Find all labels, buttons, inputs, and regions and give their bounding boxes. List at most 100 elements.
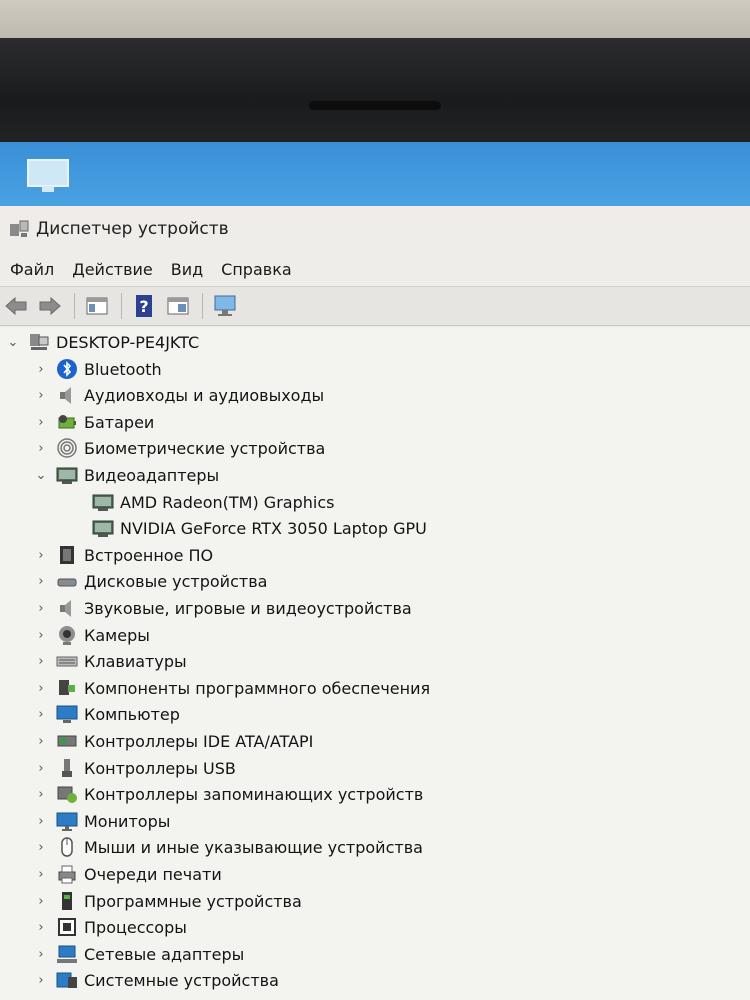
tree-category[interactable]: › Мыши и иные указывающие устройства [34, 834, 423, 860]
toolbar-separator [74, 293, 75, 319]
camera-icon [59, 626, 75, 645]
chevron-right-icon[interactable]: › [34, 920, 48, 935]
tree-category[interactable]: › Клавиатуры [34, 648, 187, 674]
chevron-right-icon[interactable]: › [34, 388, 48, 403]
printer-icon [58, 865, 76, 884]
tree-category[interactable]: › Мониторы [34, 808, 170, 834]
usb-icon [62, 759, 72, 777]
speaker-icon [60, 387, 71, 404]
chevron-right-icon[interactable]: › [34, 761, 48, 776]
chevron-right-icon[interactable]: › [34, 441, 48, 456]
tree-category[interactable]: › Сетевые адаптеры [34, 941, 244, 967]
tree-item-label: AMD Radeon(TM) Graphics [120, 492, 335, 512]
tree-item-label: Встроенное ПО [84, 545, 214, 565]
menu-help[interactable]: Справка [221, 260, 292, 279]
tree-item-label: Сетевые адаптеры [84, 944, 245, 964]
tree-item-label: Контроллеры USB [84, 758, 236, 778]
tree-item-label: Аудиовходы и аудиовыходы [84, 385, 325, 405]
laptop-bezel [0, 38, 750, 142]
chevron-right-icon[interactable]: › [34, 787, 48, 802]
chevron-right-icon[interactable]: › [34, 601, 48, 616]
chevron-right-icon[interactable]: › [34, 362, 48, 377]
webcam-notch [309, 101, 441, 110]
device-tree: ⌄ DESKTOP-PE4JKTC › Bluetooth › Аудиовходы и … [0, 327, 750, 1000]
processor-icon [58, 918, 76, 936]
tree-category[interactable]: › Контроллеры IDE ATA/ATAPI [34, 728, 313, 754]
forward-button[interactable] [36, 292, 64, 320]
chevron-right-icon[interactable]: › [34, 628, 48, 643]
tree-category[interactable]: › Батареи [34, 409, 154, 435]
tree-category[interactable]: › Звуковые, игровые и видеоустройства [34, 595, 411, 621]
properties-button[interactable] [164, 292, 192, 320]
tree-category[interactable]: › Программные устройства [34, 888, 302, 914]
tree-category[interactable]: › Биометрические устройства [34, 435, 325, 461]
title-bar: Диспетчер устройств [0, 206, 750, 252]
tree-item-label: Клавиатуры [84, 651, 187, 671]
display-adapter-icon [92, 520, 114, 537]
tree-item-label: Камеры [84, 625, 150, 645]
menu-file[interactable]: Файл [10, 260, 54, 279]
ide-controller-icon [57, 735, 77, 747]
chevron-right-icon[interactable]: › [34, 415, 48, 430]
back-button[interactable] [2, 292, 30, 320]
chevron-right-icon[interactable]: › [34, 734, 48, 749]
chevron-down-icon[interactable]: ⌄ [6, 335, 20, 350]
properties-icon [167, 297, 189, 315]
scan-hardware-button[interactable] [211, 292, 239, 320]
chevron-right-icon[interactable]: › [34, 947, 48, 962]
tree-item-label: Мыши и иные указывающие устройства [84, 837, 423, 857]
tree-category[interactable]: › Системные устройства [34, 967, 279, 993]
tree-category[interactable]: › Bluetooth [34, 356, 162, 382]
menu-action[interactable]: Действие [72, 260, 153, 279]
this-pc-icon[interactable] [22, 156, 74, 196]
tree-device[interactable]: NVIDIA GeForce RTX 3050 Laptop GPU [84, 515, 427, 541]
tree-category[interactable]: › Аудиовходы и аудиовыходы [34, 382, 324, 408]
chevron-right-icon[interactable]: › [34, 973, 48, 988]
computer-root-icon [30, 334, 49, 350]
chevron-right-icon[interactable]: › [34, 894, 48, 909]
firmware-icon [60, 546, 74, 564]
tree-category[interactable]: › Камеры [34, 622, 150, 648]
tree-category[interactable]: › Дисковые устройства [34, 568, 267, 594]
tree-item-label: Программные устройства [84, 891, 302, 911]
chevron-right-icon[interactable]: › [34, 867, 48, 882]
fingerprint-icon [57, 438, 77, 458]
chevron-down-icon[interactable]: ⌄ [34, 468, 48, 483]
bluetooth-icon [57, 359, 77, 379]
menu-view[interactable]: Вид [171, 260, 203, 279]
tree-device[interactable]: AMD Radeon(TM) Graphics [84, 489, 334, 515]
tree-item-label: Процессоры [84, 917, 187, 937]
tree-item-label: NVIDIA GeForce RTX 3050 Laptop GPU [120, 518, 427, 538]
tree-category[interactable]: › Встроенное ПО [34, 542, 213, 568]
network-adapter-icon [57, 945, 77, 963]
chevron-right-icon[interactable]: › [34, 814, 48, 829]
tree-category[interactable]: › Компоненты программного обеспечения [34, 675, 430, 701]
keyboard-icon [56, 656, 78, 667]
tree-root-computer[interactable]: ⌄ DESKTOP-PE4JKTC [6, 329, 200, 355]
help-button[interactable]: ? [130, 292, 158, 320]
disk-drive-icon [57, 578, 77, 587]
chevron-right-icon[interactable]: › [34, 574, 48, 589]
storage-controller-icon [57, 786, 77, 803]
tree-item-label: Биометрические устройства [84, 438, 326, 458]
chevron-right-icon[interactable]: › [34, 654, 48, 669]
tree-category[interactable]: › Контроллеры USB [34, 755, 236, 781]
tree-category[interactable]: › Контроллеры запоминающих устройств [34, 781, 423, 807]
forward-icon [39, 296, 61, 316]
system-devices-icon [56, 972, 77, 988]
tree-category[interactable]: ⌄ Видеоадаптеры [34, 462, 220, 488]
tree-item-label: Батареи [84, 412, 155, 432]
chevron-right-icon[interactable]: › [34, 840, 48, 855]
tree-item-label: Bluetooth [84, 359, 162, 379]
device-manager-icon [10, 220, 29, 237]
tree-category[interactable]: › Очереди печати [34, 861, 222, 887]
chevron-right-icon[interactable]: › [34, 681, 48, 696]
tree-category[interactable]: › Процессоры [34, 914, 187, 940]
chevron-right-icon[interactable]: › [34, 707, 48, 722]
background-wall [0, 0, 750, 40]
console-tree-button[interactable] [83, 292, 111, 320]
scan-hardware-icon [214, 295, 236, 316]
chevron-right-icon[interactable]: › [34, 548, 48, 563]
tree-category[interactable]: › Компьютер [34, 701, 180, 727]
battery-icon [58, 415, 76, 429]
